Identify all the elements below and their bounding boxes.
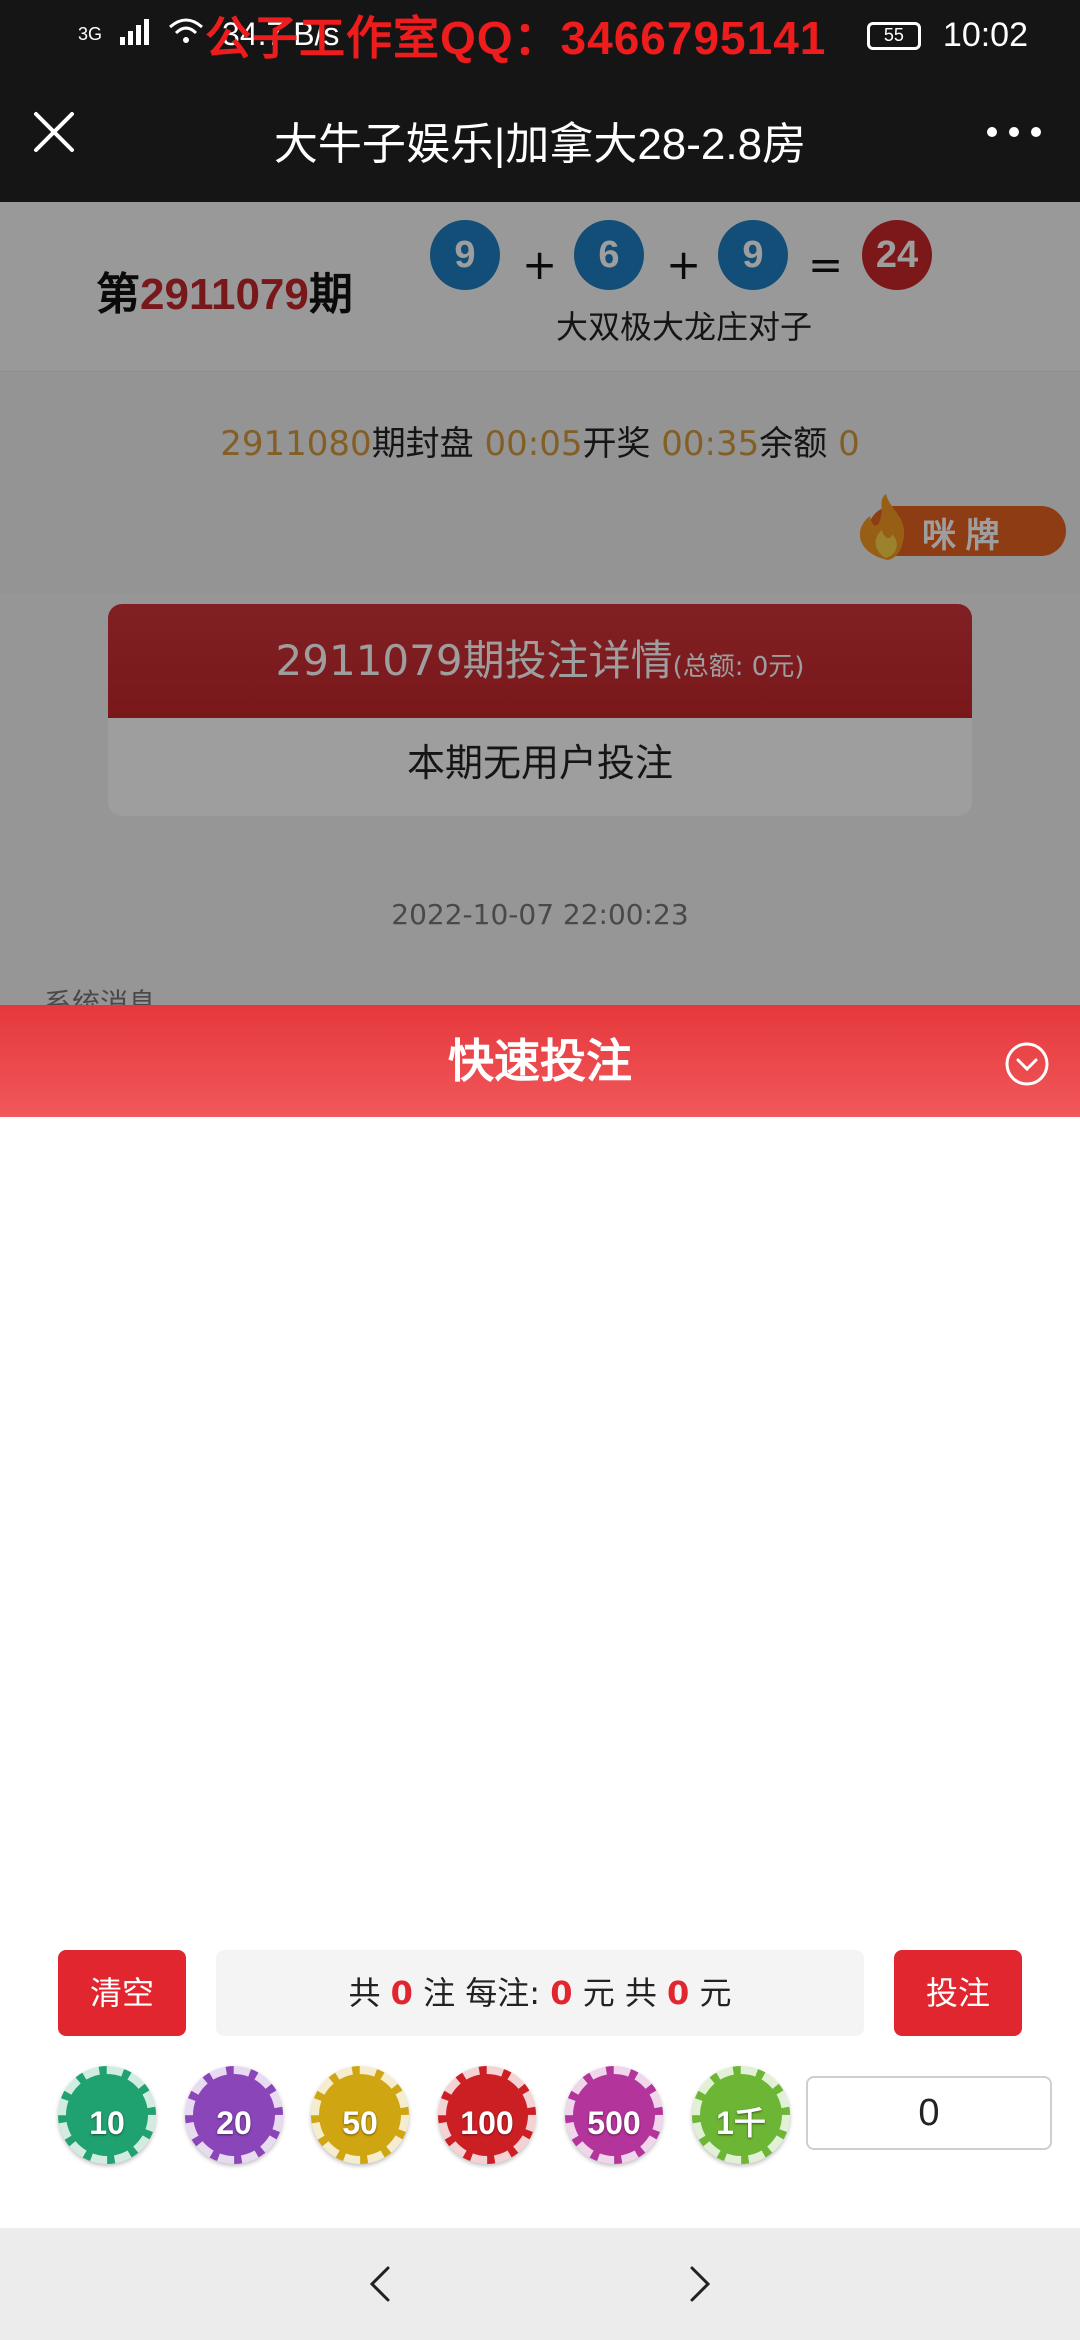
title-bar: 大牛子娱乐|加拿大28-2.8房 <box>0 72 1080 202</box>
chip-50[interactable]: 50 <box>311 2066 409 2164</box>
chip-label: 20 <box>216 2105 252 2141</box>
chip-1000[interactable]: 1千 <box>692 2066 790 2164</box>
summary-text: 元 共 <box>582 1974 657 2012</box>
back-button[interactable] <box>360 2262 404 2306</box>
clock: 10:02 <box>942 16 1028 54</box>
chip-label: 1千 <box>716 2105 766 2141</box>
status-right: 55 10:02 <box>866 16 1028 55</box>
chevron-down-circle-icon <box>1005 1042 1049 1086</box>
bet-count: 0 <box>390 1974 413 2012</box>
quick-bet-title: 快速投注 <box>448 1035 632 1087</box>
modal-overlay[interactable] <box>0 202 1080 1005</box>
chip-100[interactable]: 100 <box>438 2066 536 2164</box>
status-bar: 3G 34.7 B/s 公子工作室QQ：3466795141 55 10:02 <box>0 0 1080 72</box>
chip-label: 500 <box>587 2105 641 2141</box>
chip-label: 10 <box>89 2105 125 2141</box>
bet-amount-input[interactable] <box>806 2076 1052 2150</box>
signal-icon <box>120 16 150 53</box>
network-type: 3G <box>78 24 103 44</box>
chip-label: 50 <box>342 2105 378 2141</box>
summary-text: 元 <box>699 1974 732 2012</box>
quick-bet-header: 快速投注 <box>0 1005 1080 1117</box>
summary-text: 共 <box>348 1974 381 2012</box>
bet-total-amount: 0 <box>667 1974 690 2012</box>
chevron-right-icon <box>690 2266 711 2302</box>
battery-level: 55 <box>883 25 904 45</box>
quick-bet-body <box>0 1117 1080 2227</box>
bet-summary: 共 0 注 每注: 0 元 共 0 元 <box>216 1950 864 2036</box>
chip-20[interactable]: 20 <box>185 2066 283 2164</box>
forward-button[interactable] <box>676 2262 720 2306</box>
chip-500[interactable]: 500 <box>565 2066 663 2164</box>
more-menu-button[interactable] <box>984 112 1044 152</box>
chip-label: 100 <box>460 2105 514 2141</box>
chip-10[interactable]: 10 <box>58 2066 156 2164</box>
chevron-left-icon <box>369 2266 390 2302</box>
collapse-sheet-button[interactable] <box>1004 1041 1050 1087</box>
browser-nav-bar <box>0 2228 1080 2340</box>
battery-icon: 55 <box>866 21 921 50</box>
watermark-text: 公子工作室QQ：3466795141 <box>205 12 827 64</box>
place-bet-button[interactable]: 投注 <box>894 1950 1022 2036</box>
page-title: 大牛子娱乐|加拿大28-2.8房 <box>273 120 807 169</box>
more-dots-icon <box>987 127 1041 137</box>
wifi-icon <box>168 16 204 53</box>
bet-each-amount: 0 <box>550 1974 573 2012</box>
clear-button[interactable]: 清空 <box>58 1950 186 2036</box>
summary-text: 注 每注: <box>423 1974 541 2012</box>
